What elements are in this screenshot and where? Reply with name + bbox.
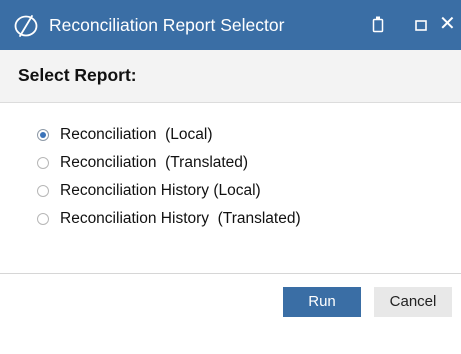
option-history-local[interactable]: Reconciliation History (Local) (37, 177, 301, 205)
restore-icon (372, 16, 384, 33)
app-logo-icon (14, 15, 38, 37)
option-reconciliation-translated[interactable]: Reconciliation (Translated) (37, 149, 301, 177)
select-report-heading: Select Report: (18, 65, 137, 85)
maximize-button[interactable] (412, 13, 430, 37)
run-button[interactable]: Run (283, 287, 361, 317)
footer-divider (0, 273, 461, 274)
radio-button[interactable] (37, 213, 49, 225)
radio-button[interactable] (37, 157, 49, 169)
window-title: Reconciliation Report Selector (49, 15, 285, 35)
radio-button[interactable] (37, 185, 49, 197)
option-reconciliation-local[interactable]: Reconciliation (Local) (37, 121, 301, 149)
radio-button[interactable] (37, 129, 49, 141)
option-label: Reconciliation (Local) (60, 126, 213, 143)
report-options: Reconciliation (Local) Reconciliation (T… (37, 121, 301, 233)
maximize-icon (415, 20, 427, 31)
close-button[interactable]: ✕ (439, 13, 461, 37)
title-bar: Reconciliation Report Selector ✕ (0, 0, 461, 50)
option-label: Reconciliation History (Translated) (60, 210, 301, 227)
close-icon: ✕ (439, 13, 456, 35)
cancel-button[interactable]: Cancel (374, 287, 452, 317)
option-history-translated[interactable]: Reconciliation History (Translated) (37, 205, 301, 233)
option-label: Reconciliation (Translated) (60, 154, 249, 171)
restore-button[interactable] (370, 13, 386, 37)
header-band: Select Report: (0, 50, 461, 103)
option-label: Reconciliation History (Local) (60, 182, 261, 199)
